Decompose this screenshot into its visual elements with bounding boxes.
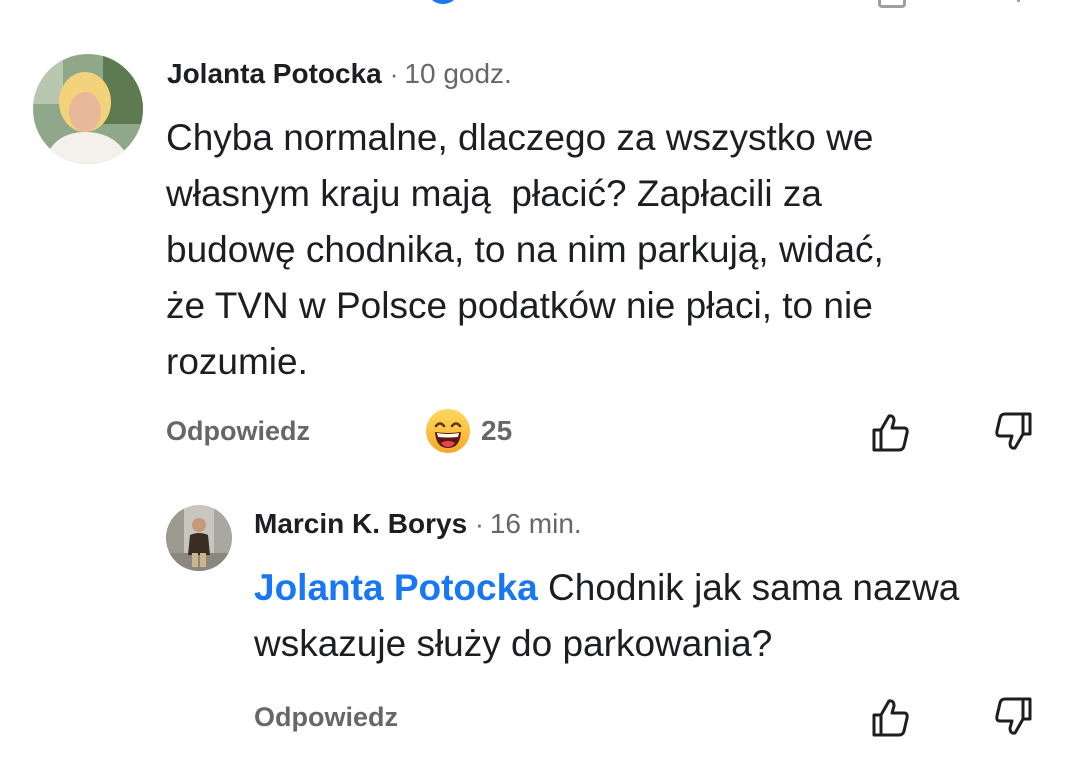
thumbs-down-icon xyxy=(995,697,1032,735)
separator-dot: · xyxy=(475,509,484,539)
author-name[interactable]: Marcin K. Borys xyxy=(254,508,467,539)
comment-header: Marcin K. Borys · 16 min. xyxy=(254,508,582,540)
previous-content-strip xyxy=(0,0,1079,12)
like-button[interactable] xyxy=(868,695,912,739)
thumbs-up-icon xyxy=(872,414,909,452)
thumbs-up-icon xyxy=(872,699,909,737)
dislike-button[interactable] xyxy=(992,695,1036,739)
separator-dot: · xyxy=(389,59,399,89)
timestamp[interactable]: 16 min. xyxy=(490,508,582,539)
partial-reaction-icon xyxy=(428,0,458,4)
thumbs-down-icon xyxy=(995,412,1032,450)
laughing-emoji-icon xyxy=(426,409,470,453)
avatar[interactable] xyxy=(166,505,232,571)
like-button[interactable] xyxy=(868,410,912,454)
reply-button[interactable]: Odpowiedz xyxy=(166,416,310,447)
reaction-count: 25 xyxy=(481,415,513,446)
dislike-button[interactable] xyxy=(992,410,1036,454)
partial-like-icon xyxy=(878,0,906,8)
mention-link[interactable]: Jolanta Potocka xyxy=(254,567,538,608)
timestamp[interactable]: 10 godz. xyxy=(404,58,511,89)
partial-dislike-icon xyxy=(1003,0,1020,2)
author-name[interactable]: Jolanta Potocka xyxy=(167,58,382,89)
reaction-summary[interactable]: 25 xyxy=(425,408,512,454)
comment-header: Jolanta Potocka · 10 godz. xyxy=(167,58,512,90)
avatar[interactable] xyxy=(33,54,143,164)
reply-button[interactable]: Odpowiedz xyxy=(254,702,398,733)
comment-text: Jolanta Potocka Chodnik jak sama nazwa w… xyxy=(254,560,1054,672)
comment-text: Chyba normalne, dlaczego za wszystko we … xyxy=(166,117,884,382)
